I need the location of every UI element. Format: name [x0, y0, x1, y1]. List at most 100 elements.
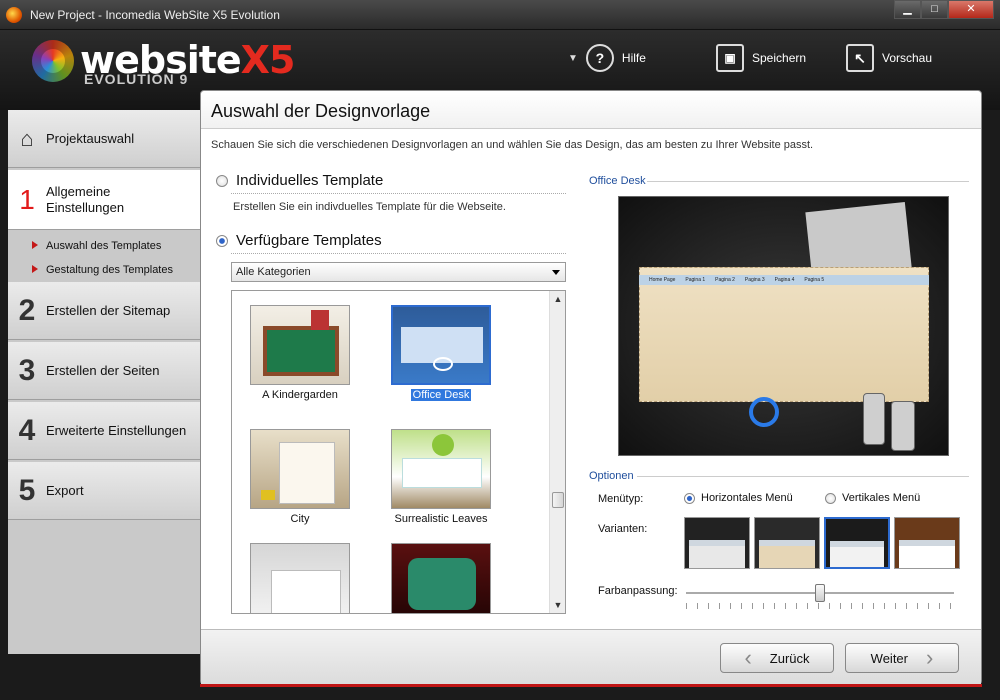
template-list: A Kindergarden Office Desk City Surreali…	[231, 290, 566, 614]
template-item[interactable]: A Kindergarden	[240, 305, 360, 401]
step-number: 2	[18, 293, 36, 327]
preview-button[interactable]: ↖ Vorschau	[846, 44, 932, 72]
color-slider-ticks	[686, 603, 954, 609]
sidebar-item-label: Export	[46, 483, 84, 498]
template-preview: Home Page Pagina 1 Pagina 2 Pagina 3 Pagina …	[618, 196, 949, 456]
page-description: Schauen Sie sich die verschiedenen Desig…	[211, 139, 814, 151]
preview-paper	[639, 267, 929, 402]
help-icon: ?	[585, 44, 614, 72]
sidebar-item-label: Allgemeine Einstellungen	[46, 183, 125, 215]
template-thumbnail[interactable]	[391, 543, 491, 613]
logo-icon	[32, 40, 74, 82]
category-select-value: Alle Kategorien	[236, 266, 311, 278]
back-button-label: Zurück	[769, 650, 810, 666]
individual-template-description: Erstellen Sie ein indivduelles Template …	[233, 201, 506, 213]
sidebar-item-label: Erstellen der Sitemap	[46, 303, 171, 318]
close-button[interactable]: ✕	[948, 0, 994, 19]
radio-icon[interactable]	[216, 174, 228, 187]
variant-option[interactable]	[824, 517, 890, 569]
scrollbar-thumb[interactable]	[552, 492, 564, 508]
scroll-down-icon[interactable]: ▼	[550, 597, 565, 613]
sidebar-item-erweiterte-einstellungen[interactable]: 4 Erweiterte Einstellungen	[8, 402, 200, 460]
scissors-icon	[749, 397, 779, 427]
app-icon	[6, 7, 22, 23]
sidebar-item-seiten[interactable]: 3 Erstellen der Seiten	[8, 342, 200, 400]
divider	[231, 193, 566, 194]
farbanpassung-label: Farbanpassung:	[598, 585, 678, 597]
template-item[interactable]: Office Desk	[381, 305, 501, 401]
maximize-button[interactable]: □	[921, 0, 948, 19]
sidebar-item-label: Erweiterte Einstellungen	[46, 423, 187, 438]
accent-line	[200, 684, 982, 687]
template-thumbnail[interactable]	[391, 429, 491, 509]
template-thumbnail[interactable]	[391, 305, 491, 385]
preview-icon: ↖	[846, 44, 874, 72]
template-thumbnail[interactable]	[250, 543, 350, 613]
radio-menu-horizontal[interactable]: Horizontales Menü	[684, 492, 793, 504]
radio-available-templates[interactable]: Verfügbare Templates	[216, 232, 382, 249]
help-button[interactable]: ▼ ? Hilfe	[568, 44, 646, 72]
template-caption: A Kindergarden	[262, 389, 338, 401]
category-select[interactable]: Alle Kategorien	[231, 262, 566, 282]
radio-icon[interactable]	[216, 234, 228, 247]
sidebar-item-allgemeine-einstellungen[interactable]: 1 Allgemeine Einstellungen	[8, 170, 210, 230]
menutyp-label: Menütyp:	[598, 493, 644, 505]
step-number: 3	[18, 353, 36, 387]
divider	[647, 181, 969, 182]
step-number: 5	[18, 473, 36, 507]
sidebar-item-export[interactable]: 5 Export	[8, 462, 200, 520]
chevron-left-icon: ‹	[744, 645, 752, 670]
variant-option[interactable]	[894, 517, 960, 569]
template-thumbnail[interactable]	[250, 429, 350, 509]
template-item[interactable]	[381, 543, 501, 613]
template-item[interactable]: Surrealistic Leaves	[381, 429, 501, 525]
window-controls: ▁ □ ✕	[894, 0, 994, 20]
color-slider-thumb[interactable]	[815, 584, 825, 602]
home-icon: ⌂	[20, 125, 34, 151]
save-label: Speichern	[752, 51, 807, 65]
back-button[interactable]: ‹ Zurück	[720, 643, 834, 673]
save-button[interactable]: ▣ Speichern	[716, 44, 806, 72]
step-number: 1	[19, 183, 35, 215]
chevron-down-icon[interactable]	[552, 270, 560, 275]
chevron-down-icon[interactable]: ▼	[568, 53, 578, 64]
template-caption: City	[290, 513, 310, 525]
sidebar-item-projektauswahl[interactable]: ⌂ Projektauswahl	[8, 110, 200, 168]
title-bar: New Project - Incomedia WebSite X5 Evolu…	[0, 0, 1000, 30]
preview-heading: Office Desk	[589, 175, 646, 187]
scroll-up-icon[interactable]: ▲	[550, 291, 565, 307]
sidebar-item-label: Projektauswahl	[46, 131, 135, 146]
minimize-button[interactable]: ▁	[894, 0, 921, 19]
sidebar: ⌂ Projektauswahl 1 Allgemeine Einstellun…	[8, 110, 210, 654]
phone-icon	[863, 393, 885, 445]
options-heading: Optionen	[589, 470, 634, 482]
radio-label: Vertikales Menü	[842, 492, 921, 504]
variant-option[interactable]	[754, 517, 820, 569]
phone-icon	[891, 401, 915, 451]
chevron-right-icon: ›	[926, 645, 934, 670]
template-list-scrollbar[interactable]: ▲ ▼	[549, 291, 565, 613]
template-item[interactable]	[240, 543, 360, 613]
variant-option[interactable]	[684, 517, 750, 569]
next-button-label: Weiter	[870, 650, 908, 666]
sidebar-item-sitemap[interactable]: 2 Erstellen der Sitemap	[8, 282, 200, 340]
main-panel: Auswahl der Designvorlage Schauen Sie si…	[200, 90, 982, 685]
footer-bar: ‹ Zurück Weiter ›	[201, 629, 981, 684]
radio-label: Verfügbare Templates	[236, 232, 382, 249]
save-icon: ▣	[716, 44, 744, 72]
step-number: 4	[18, 413, 36, 447]
substep-auswahl-templates[interactable]: Auswahl des Templates	[32, 240, 161, 252]
varianten-label: Varianten:	[598, 523, 648, 535]
template-caption: Office Desk	[410, 389, 472, 401]
radio-icon[interactable]	[684, 492, 695, 504]
panel-header: Auswahl der Designvorlage	[201, 91, 981, 129]
template-thumbnail[interactable]	[250, 305, 350, 385]
substep-gestaltung-templates[interactable]: Gestaltung des Templates	[32, 264, 173, 276]
logo-subtitle: EVOLUTION 9	[84, 71, 189, 87]
next-button[interactable]: Weiter ›	[845, 643, 959, 673]
radio-icon[interactable]	[825, 492, 836, 504]
template-item[interactable]: City	[240, 429, 360, 525]
divider	[231, 253, 566, 254]
radio-individual-template[interactable]: Individuelles Template	[216, 172, 383, 189]
radio-menu-vertical[interactable]: Vertikales Menü	[825, 492, 920, 504]
